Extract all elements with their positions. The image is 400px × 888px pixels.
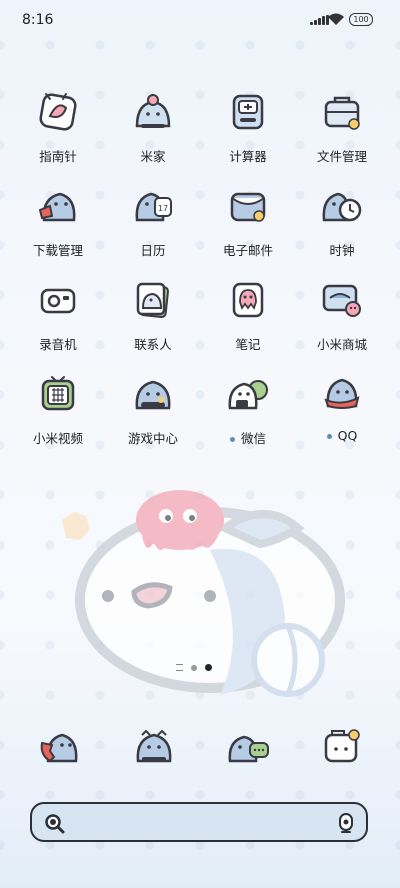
app-recorder[interactable]: 录音机: [8, 278, 108, 368]
star-decoration: [62, 512, 90, 540]
app-label: 下载管理: [32, 243, 83, 258]
status-bar: 8:16 100: [0, 0, 400, 40]
app-label: 时钟: [329, 243, 355, 258]
search-bar[interactable]: [30, 802, 368, 842]
app-wechat[interactable]: 微信: [198, 372, 298, 462]
status-time: 8:16: [22, 12, 54, 28]
calculator-icon: [232, 94, 264, 130]
app-label: 笔记: [235, 337, 261, 352]
app-calculator[interactable]: 计算器: [198, 90, 298, 180]
clock-icon: [322, 192, 362, 222]
app-qq[interactable]: QQ: [292, 372, 392, 462]
app-label: 微信: [198, 428, 298, 447]
app-compass[interactable]: 指南针: [8, 90, 108, 180]
mi-video-icon: [41, 376, 75, 411]
app-label: 文件管理: [316, 149, 367, 164]
browser-icon[interactable]: [132, 725, 176, 769]
app-notes[interactable]: 笔记: [198, 278, 298, 368]
app-email[interactable]: 电子邮件: [198, 184, 298, 274]
wechat-icon: [228, 380, 268, 410]
page-dot-1: [191, 664, 197, 671]
page-indicator-menu: [176, 664, 183, 671]
battery-icon: 100: [349, 13, 373, 26]
wallpaper-illustration: [62, 490, 345, 697]
app-label: 指南针: [39, 149, 77, 164]
qq-icon: [324, 378, 360, 409]
new-indicator-dot: [229, 437, 235, 442]
app-contacts[interactable]: 联系人: [103, 278, 203, 368]
contacts-icon: [136, 282, 169, 318]
app-download-manager[interactable]: 下载管理: [8, 184, 108, 274]
wifi-icon: [328, 13, 344, 25]
app-mi-store[interactable]: 小米商城: [292, 278, 392, 368]
page-dot-2-active: [205, 664, 212, 671]
app-file-manager[interactable]: 文件管理: [292, 90, 392, 180]
recorder-icon: [40, 288, 76, 314]
download-manager-icon: [38, 192, 76, 222]
app-label: QQ: [292, 428, 392, 443]
calendar-icon: 17: [135, 192, 172, 222]
notes-icon: [232, 282, 264, 318]
page-indicator[interactable]: [176, 664, 212, 671]
svg-text:17: 17: [158, 204, 168, 213]
app-label: 小米商城: [316, 337, 367, 352]
phone-icon[interactable]: [38, 725, 82, 769]
compass-icon: [39, 93, 77, 131]
mijia-icon: [135, 94, 171, 128]
app-mijia[interactable]: 米家: [103, 90, 203, 180]
app-label: 电子邮件: [222, 243, 273, 258]
app-game-center[interactable]: 游戏中心: [103, 372, 203, 462]
search-icon[interactable]: [44, 813, 66, 835]
app-clock[interactable]: 时钟: [292, 184, 392, 274]
new-indicator-dot: [326, 434, 332, 439]
app-label: 小米视频: [32, 431, 83, 446]
email-icon: [230, 192, 266, 222]
mi-store-icon: [322, 284, 361, 317]
game-center-icon: [135, 380, 171, 410]
messages-icon[interactable]: [226, 725, 270, 769]
app-label-text: 微信: [240, 431, 266, 446]
app-label: 录音机: [39, 337, 77, 352]
app-label: 计算器: [229, 149, 267, 164]
app-label-text: QQ: [337, 428, 358, 443]
app-label: 联系人: [134, 337, 172, 352]
microphone-icon[interactable]: [338, 812, 354, 836]
dock: [0, 725, 400, 775]
app-mi-video[interactable]: 小米视频: [8, 372, 108, 462]
app-calendar[interactable]: 17 日历: [103, 184, 203, 274]
app-label: 米家: [140, 149, 166, 164]
file-manager-icon: [324, 96, 360, 130]
app-label: 游戏中心: [127, 431, 178, 446]
app-label: 日历: [140, 243, 166, 258]
battery-level: 100: [353, 15, 369, 24]
camera-icon[interactable]: [320, 725, 364, 769]
